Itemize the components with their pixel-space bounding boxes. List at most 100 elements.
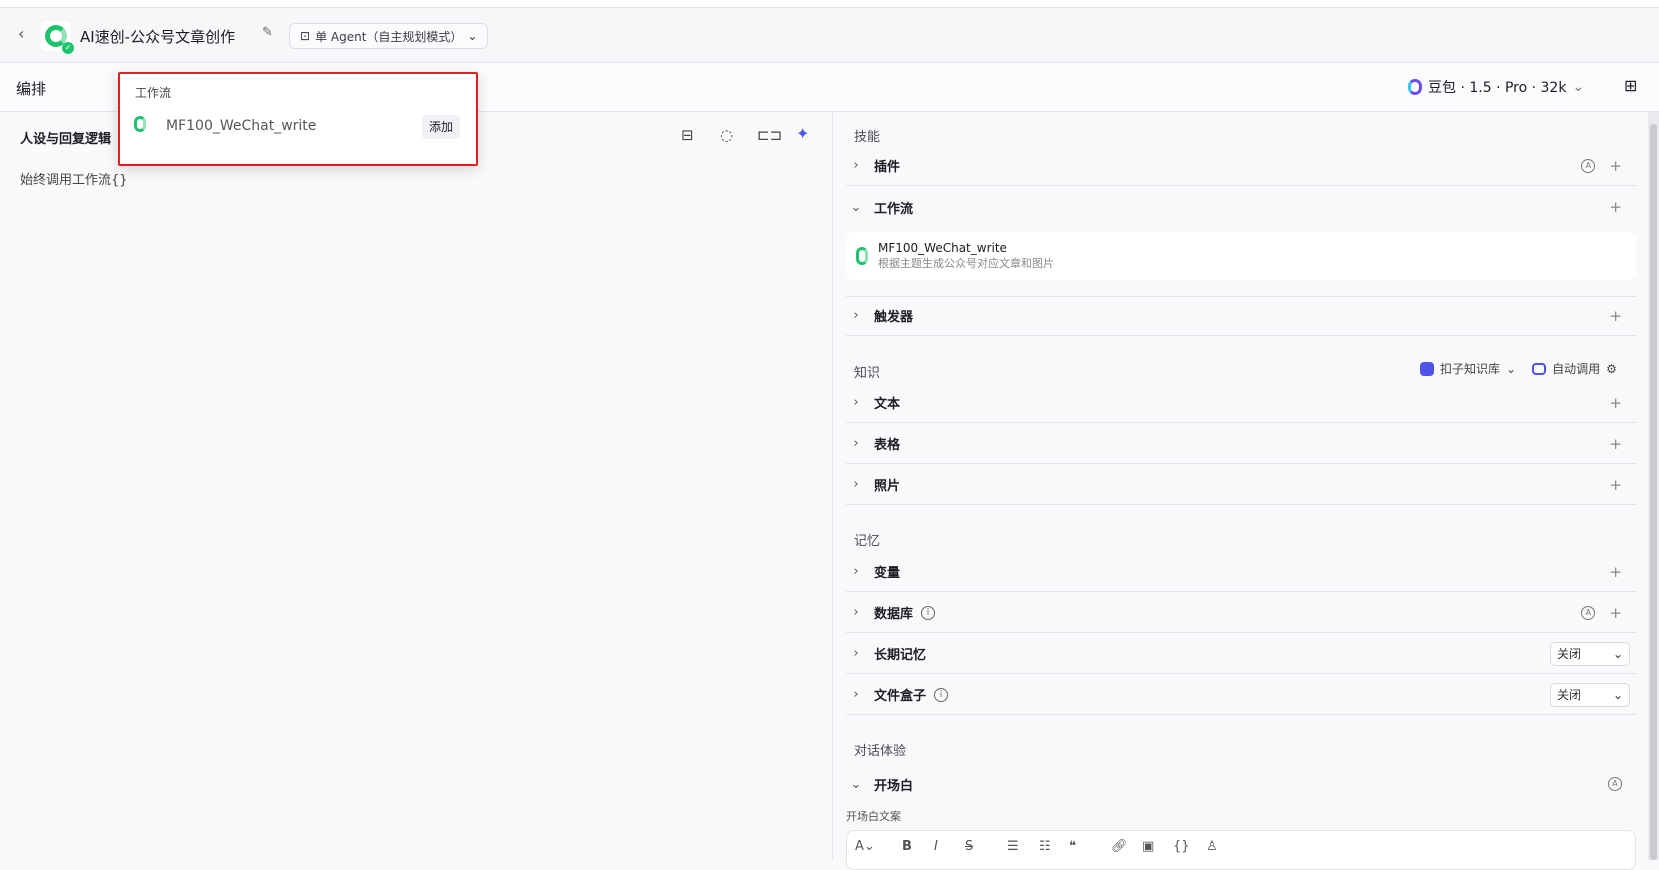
plugin-row[interactable]: › 插件 A + bbox=[846, 146, 1636, 186]
quote-icon[interactable]: ❝ bbox=[1069, 839, 1076, 854]
database-row[interactable]: › 数据库 i A + bbox=[846, 593, 1636, 633]
bot-avatar: ✓ bbox=[41, 21, 74, 54]
popup-item-name[interactable]: MF100_WeChat_write bbox=[166, 118, 316, 134]
settings-icon[interactable]: ⚙ bbox=[1606, 362, 1617, 376]
chevron-right-icon: › bbox=[853, 436, 859, 451]
chevron-right-icon: › bbox=[853, 395, 859, 410]
workflow-label: 工作流 bbox=[874, 201, 914, 217]
strikethrough-icon[interactable]: S bbox=[965, 839, 973, 854]
page-title: 编排 bbox=[16, 80, 47, 98]
model-select[interactable]: 豆包 · 1.5 · Pro · 32k ⌄ bbox=[1408, 77, 1584, 97]
database-label: 数据库 bbox=[874, 607, 914, 622]
opening-label: 开场白 bbox=[874, 778, 914, 794]
add-icon[interactable]: + bbox=[1609, 476, 1622, 494]
check-icon: ✓ bbox=[62, 42, 74, 54]
add-icon[interactable]: + bbox=[1609, 394, 1622, 412]
auto-icon[interactable]: A bbox=[1608, 777, 1622, 791]
workflow-suggestion-popup: 工作流 MF100_WeChat_write 添加 bbox=[118, 72, 478, 166]
popup-title: 工作流 bbox=[135, 86, 172, 100]
add-icon[interactable]: + bbox=[1609, 307, 1622, 325]
add-button[interactable]: 添加 bbox=[422, 115, 460, 139]
chevron-right-icon: › bbox=[853, 477, 859, 492]
user-icon[interactable]: ♙ bbox=[1206, 839, 1218, 854]
chevron-down-icon: ⌄ bbox=[850, 199, 862, 215]
image-icon[interactable]: ▣ bbox=[1142, 839, 1154, 854]
opening-row[interactable]: ⌄ 开场白 A bbox=[846, 764, 1636, 804]
long-term-memory-select[interactable]: 关闭 ⌄ bbox=[1550, 641, 1630, 666]
variable-braces-icon[interactable]: {} bbox=[1173, 839, 1190, 854]
doubao-icon bbox=[1408, 79, 1422, 95]
add-icon[interactable]: + bbox=[1609, 563, 1622, 581]
text-label: 文本 bbox=[874, 397, 901, 412]
scrollbar[interactable] bbox=[1648, 112, 1659, 860]
long-term-memory-row[interactable]: › 长期记忆 关闭 ⌄ bbox=[846, 634, 1636, 674]
workflow-desc: 根据主题生成公众号对应文章和图片 bbox=[878, 257, 1054, 270]
add-icon[interactable]: + bbox=[1609, 157, 1622, 175]
select-value: 关闭 bbox=[1557, 647, 1582, 661]
skills-panel: 技能 › 插件 A + ⌄ 工作流 + MF100_WeChat_write 根据主题生成公… bbox=[834, 112, 1648, 870]
persona-panel: 人设与回复逻辑 ⊟ ◌ ⊏⊐ ✦ 始终调用工作流{} bbox=[0, 112, 833, 860]
dialog-heading: 对话体验 bbox=[854, 744, 907, 759]
edit-icon[interactable]: ✎ bbox=[262, 25, 273, 40]
workflow-icon bbox=[856, 247, 868, 265]
bold-icon[interactable]: B bbox=[902, 839, 912, 854]
grid-icon[interactable]: ⊞ bbox=[1624, 76, 1637, 95]
select-value: 关闭 bbox=[1557, 688, 1582, 702]
memory-heading: 记忆 bbox=[854, 534, 881, 549]
plugin-label: 插件 bbox=[874, 160, 901, 175]
filebox-select[interactable]: 关闭 ⌄ bbox=[1550, 682, 1630, 707]
opening-editor[interactable]: A⌄ B I S ☰ ☷ ❝ 🔗︎ ▣ {} ♙ bbox=[846, 830, 1636, 870]
header: ‹ ✓ AI速创-公众号文章创作 ✎ ⊡ 单 Agent（自主规划模式） ⌄ bbox=[0, 8, 1659, 63]
trigger-row[interactable]: › 触发器 + bbox=[846, 296, 1636, 336]
variable-row[interactable]: › 变量 + bbox=[846, 552, 1636, 592]
workflow-icon bbox=[134, 116, 146, 132]
opening-copy-label: 开场白文案 bbox=[846, 810, 901, 823]
model-label: 豆包 · 1.5 · Pro · 32k bbox=[1428, 80, 1567, 96]
photo-label: 照片 bbox=[874, 479, 901, 494]
knowledge-source-select[interactable]: 扣子知识库 bbox=[1440, 360, 1500, 377]
chevron-right-icon: › bbox=[853, 564, 859, 579]
chevron-down-icon: ⌄ bbox=[850, 776, 862, 792]
workflow-card[interactable]: MF100_WeChat_write 根据主题生成公众号对应文章和图片 bbox=[846, 232, 1636, 280]
bot-title: AI速创-公众号文章创作 bbox=[80, 28, 236, 46]
italic-icon[interactable]: I bbox=[934, 839, 938, 854]
workflow-row[interactable]: ⌄ 工作流 + bbox=[846, 187, 1636, 227]
numbered-list-icon[interactable]: ☷ bbox=[1039, 839, 1051, 854]
agent-icon: ⊡ bbox=[300, 29, 311, 43]
scrollbar-thumb[interactable] bbox=[1650, 124, 1657, 860]
photo-row[interactable]: › 照片 + bbox=[846, 465, 1636, 505]
knowledge-base-icon bbox=[1420, 361, 1434, 376]
back-icon[interactable]: ‹ bbox=[18, 24, 24, 43]
prompt-text[interactable]: 始终调用工作流{} bbox=[20, 169, 128, 188]
add-icon[interactable]: + bbox=[1609, 604, 1622, 622]
ai-optimize-icon[interactable]: ✦ bbox=[796, 124, 809, 143]
chevron-down-icon: ⌄ bbox=[1572, 79, 1585, 95]
chevron-down-icon: ⌄ bbox=[1506, 361, 1517, 376]
agent-mode-select[interactable]: ⊡ 单 Agent（自主规划模式） ⌄ bbox=[289, 23, 489, 49]
filebox-label: 文件盒子 bbox=[874, 689, 927, 704]
font-size-icon[interactable]: A⌄ bbox=[855, 839, 875, 854]
info-icon[interactable]: i bbox=[921, 605, 936, 620]
link-icon[interactable]: 🔗︎ bbox=[1111, 839, 1128, 854]
call-mode-label[interactable]: 自动调用 bbox=[1552, 360, 1600, 377]
agent-mode-label: 单 Agent（自主规划模式） bbox=[315, 29, 463, 44]
add-icon[interactable]: + bbox=[1609, 435, 1622, 453]
text-row[interactable]: › 文本 + bbox=[846, 383, 1636, 423]
info-icon[interactable]: i bbox=[934, 687, 949, 702]
auto-icon[interactable]: A bbox=[1581, 158, 1596, 173]
top-strip bbox=[0, 0, 1659, 8]
table-row[interactable]: › 表格 + bbox=[846, 424, 1636, 464]
skills-heading: 技能 bbox=[854, 130, 881, 145]
bulb-icon[interactable]: ◌ bbox=[720, 126, 733, 144]
template-icon[interactable]: ⊟ bbox=[681, 126, 694, 144]
table-label: 表格 bbox=[874, 438, 901, 453]
workflow-name: MF100_WeChat_write bbox=[878, 241, 1007, 255]
bullet-list-icon[interactable]: ☰ bbox=[1007, 839, 1019, 854]
chevron-right-icon: › bbox=[853, 687, 859, 702]
knowledge-heading: 知识 bbox=[854, 366, 881, 381]
split-icon[interactable]: ⊏⊐ bbox=[757, 126, 782, 144]
auto-icon[interactable]: A bbox=[1581, 605, 1596, 620]
add-icon[interactable]: + bbox=[1609, 198, 1622, 216]
filebox-row[interactable]: › 文件盒子 i 关闭 ⌄ bbox=[846, 675, 1636, 715]
persona-title: 人设与回复逻辑 bbox=[20, 132, 112, 147]
